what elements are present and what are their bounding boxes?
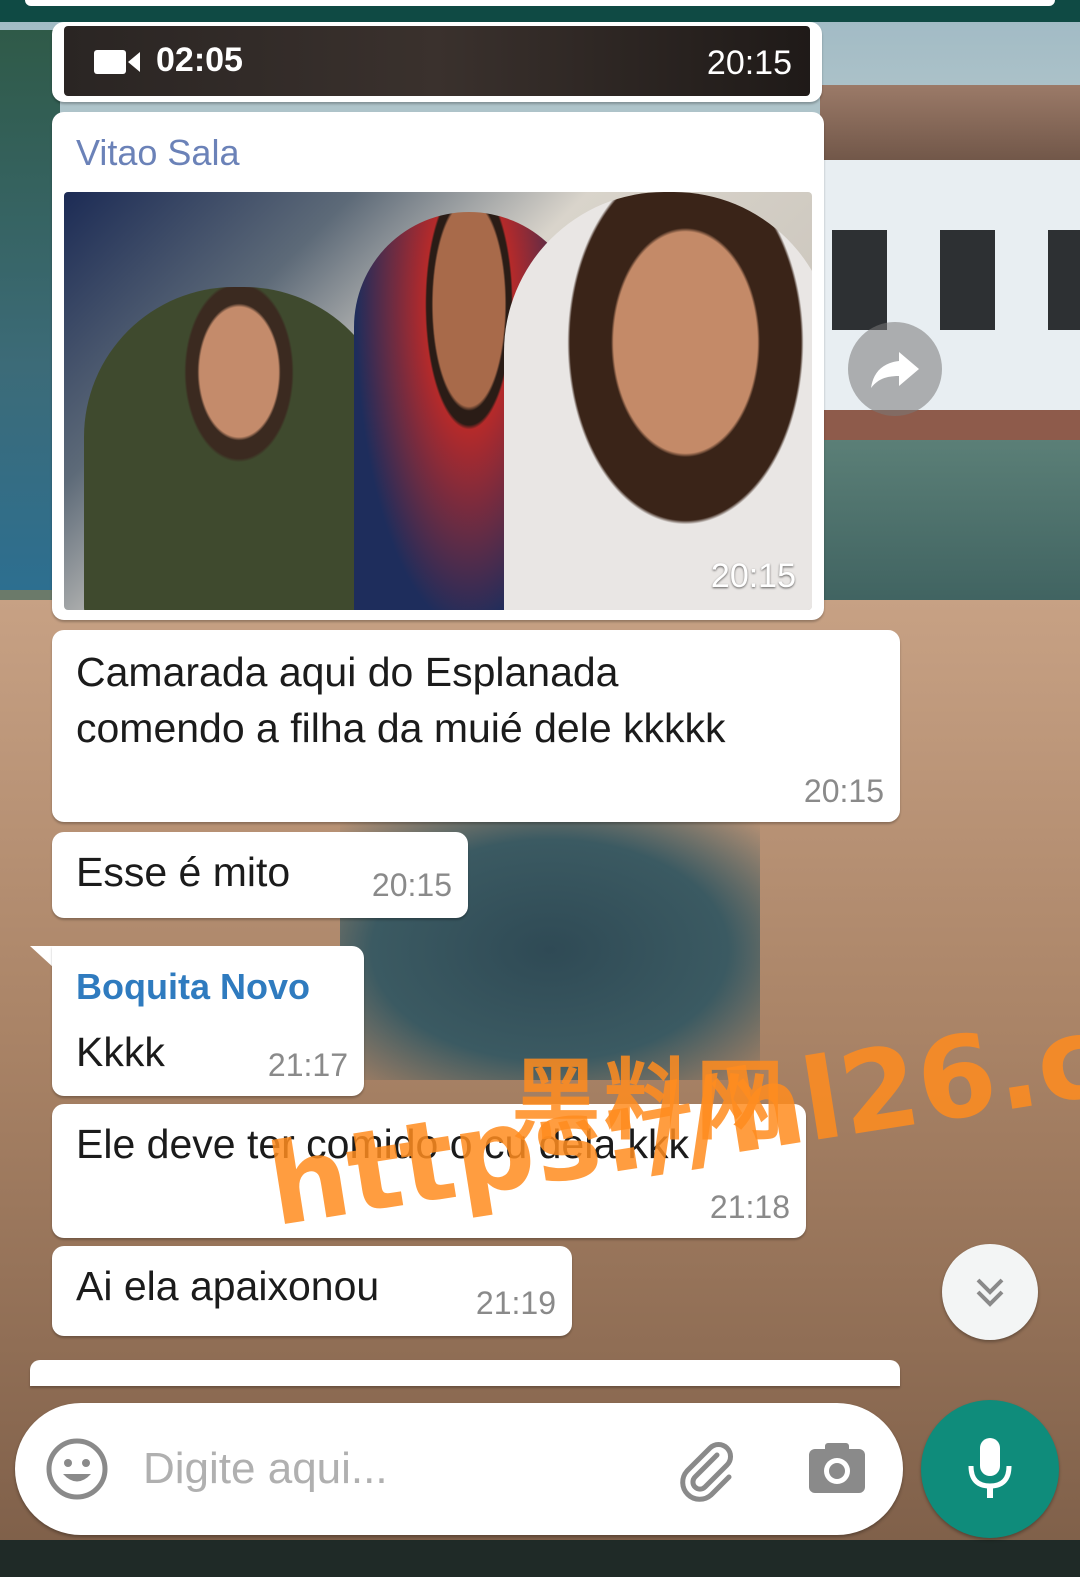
video-duration: 02:05	[156, 41, 243, 79]
microphone-icon	[968, 1438, 1012, 1498]
message-bubble[interactable]: Ele deve ter comido o cu dela kkk 21:18	[52, 1104, 806, 1238]
paperclip-icon[interactable]	[671, 1435, 741, 1505]
top-app-bar	[0, 0, 1080, 22]
double-chevron-down-icon	[976, 1278, 1004, 1307]
microphone-button[interactable]	[921, 1400, 1059, 1538]
message-text: Ai ela apaixonou	[76, 1263, 380, 1309]
photo-message-bubble[interactable]: Vitao Sala 20:15	[52, 112, 824, 620]
message-time: 20:15	[710, 557, 796, 595]
forward-icon	[871, 352, 919, 388]
message-composer	[15, 1403, 903, 1535]
message-time: 21:17	[267, 1047, 348, 1083]
message-text: Esse é mito	[76, 849, 291, 895]
message-text: Ele deve ter comido o cu dela kkk	[76, 1121, 690, 1167]
message-time: 21:19	[475, 1285, 556, 1321]
videocam-icon	[94, 50, 140, 74]
message-input[interactable]	[143, 1433, 643, 1505]
message-bubble[interactable]: Ai ela apaixonou 21:19	[52, 1246, 572, 1336]
message-text: Kkkk	[76, 1029, 165, 1075]
message-text-line-2: comendo a filha da muié dele kkkkk	[76, 705, 726, 751]
scroll-to-bottom-button[interactable]	[942, 1244, 1038, 1340]
photo-image[interactable]: 20:15	[64, 192, 812, 610]
message-time: 20:15	[706, 44, 792, 82]
forward-button[interactable]	[848, 322, 942, 416]
bubble-tail	[30, 946, 54, 968]
sender-name[interactable]: Vitao Sala	[76, 132, 239, 174]
video-message-bubble[interactable]: 02:05 20:15	[52, 22, 822, 102]
message-time: 20:15	[371, 867, 452, 903]
message-text-line-1: Camarada aqui do Esplanada	[76, 649, 619, 695]
emoji-icon[interactable]	[45, 1437, 109, 1501]
incoming-message-bubble[interactable]: Boquita Novo Kkkk 21:17	[52, 946, 364, 1096]
message-time: 21:18	[709, 1189, 790, 1225]
message-bubble[interactable]: Camarada aqui do Esplanada comendo a fil…	[52, 630, 900, 822]
message-bubble-partial	[30, 1360, 900, 1386]
message-time: 20:15	[803, 773, 884, 809]
message-bubble[interactable]: Esse é mito 20:15	[52, 832, 468, 918]
video-thumbnail[interactable]: 02:05 20:15	[64, 26, 810, 96]
camera-icon[interactable]	[805, 1437, 869, 1501]
sender-name[interactable]: Boquita Novo	[76, 966, 310, 1008]
